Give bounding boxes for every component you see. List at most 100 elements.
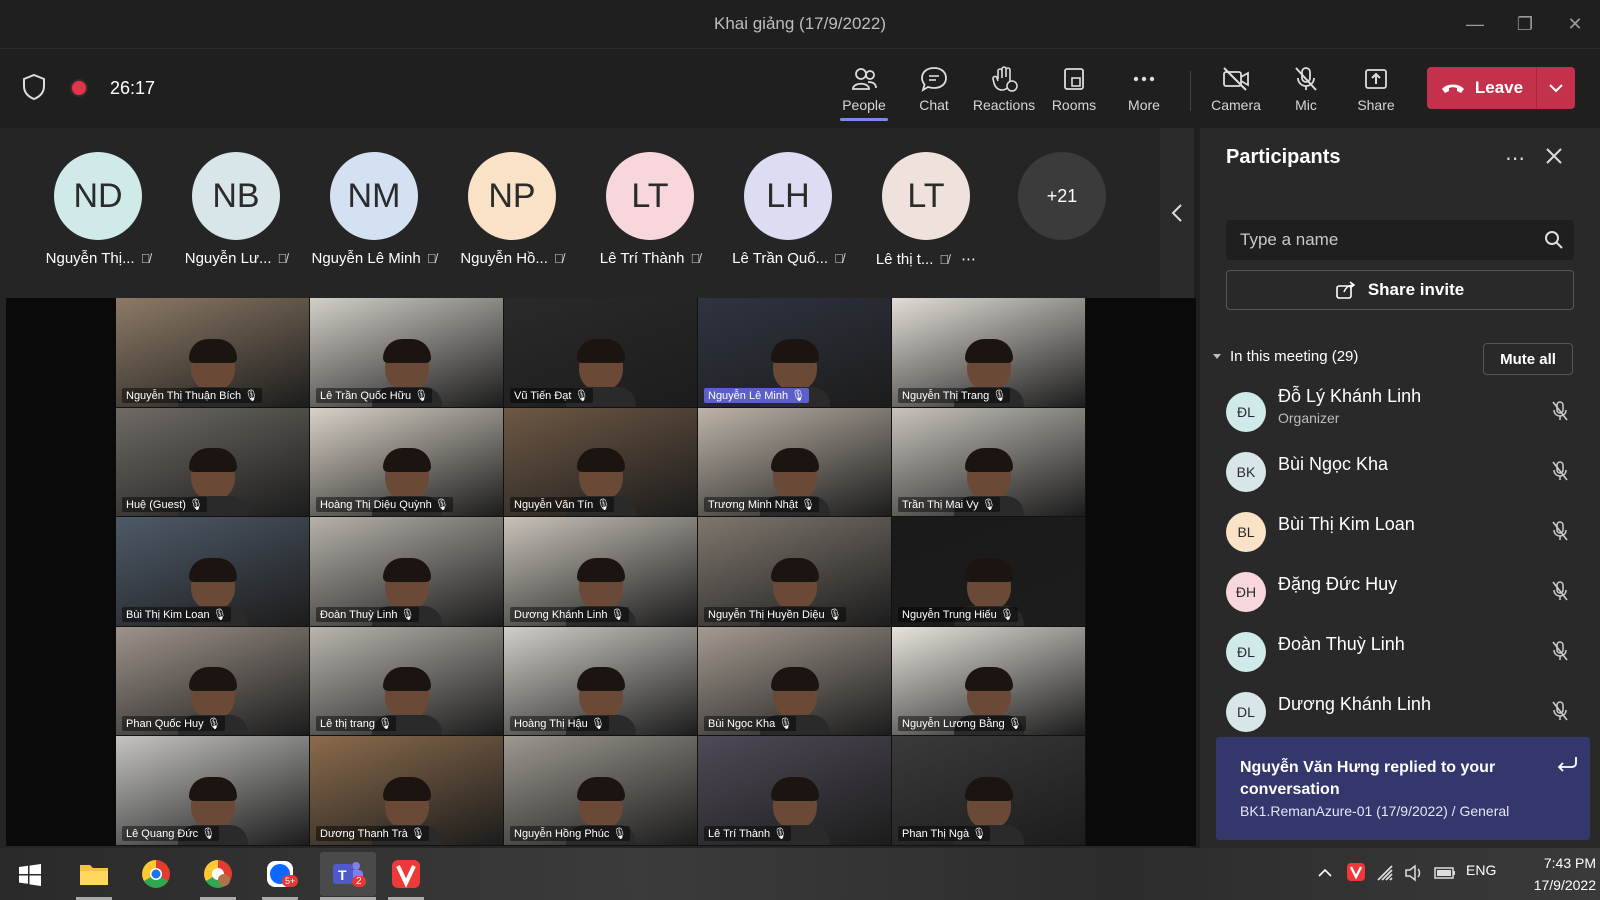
collapse-strip-button[interactable] — [1160, 128, 1194, 298]
video-tile[interactable]: Nguyễn Trung Hiếu 🎙 — [892, 517, 1086, 627]
mic-off-icon[interactable] — [1550, 580, 1570, 602]
video-tile[interactable]: Hoàng Thị Hậu 🎙 — [504, 626, 698, 737]
participant-name: Dương Khánh Linh — [1278, 694, 1431, 714]
panel-more-icon[interactable]: ⋯ — [1505, 146, 1525, 171]
share-button[interactable]: Share — [1344, 59, 1408, 121]
mic-off-icon[interactable] — [1550, 400, 1570, 422]
close-window-icon[interactable]: ✕ — [1560, 10, 1590, 38]
system-clock[interactable]: 7:43 PM 17/9/2022 — [1500, 852, 1596, 896]
gallery-avatar[interactable]: NB Nguyễn Lư... 🎙̸ — [171, 152, 301, 267]
camera-button[interactable]: Camera — [1204, 59, 1268, 121]
chrome-icon[interactable] — [138, 857, 174, 891]
vivaldi-icon[interactable] — [388, 857, 424, 891]
participant-row[interactable]: BL Bùi Thị Kim Loan — [1200, 500, 1600, 560]
avatar-more-icon[interactable]: ⋯ — [961, 250, 976, 268]
svg-text:T: T — [338, 867, 347, 883]
video-tile[interactable]: Lê Trần Quốc Hữu 🎙 — [310, 298, 504, 408]
mic-button[interactable]: Mic — [1274, 59, 1338, 121]
gallery-avatar[interactable]: LH Lê Trần Quố... 🎙̸ — [723, 152, 853, 267]
video-tile[interactable]: Hoàng Thị Diệu Quỳnh 🎙 — [310, 407, 504, 518]
more-participants-button[interactable]: +21 — [1018, 152, 1106, 240]
mic-off-icon[interactable] — [1550, 640, 1570, 662]
restore-icon[interactable]: ❐ — [1510, 10, 1540, 38]
participant-name: Bùi Thị Kim Loan — [1278, 514, 1415, 534]
chat-button[interactable]: Chat — [902, 59, 966, 121]
file-explorer-icon[interactable] — [76, 857, 112, 891]
participant-row[interactable]: ĐL Đỗ Lý Khánh Linh Organizer — [1200, 380, 1600, 440]
mic-muted-icon: 🎙̸ — [834, 251, 844, 266]
close-panel-icon[interactable] — [1544, 146, 1564, 166]
volume-icon[interactable] — [1404, 864, 1424, 882]
mic-icon: 🎙 — [773, 827, 788, 840]
avatar: ND — [54, 152, 142, 240]
reactions-button[interactable]: Reactions — [972, 59, 1036, 121]
video-name: Nguyễn Thị Trang — [902, 389, 990, 402]
video-tile[interactable]: Nguyễn Hồng Phúc 🎙 — [504, 736, 698, 846]
mic-off-icon[interactable] — [1550, 520, 1570, 542]
video-tile[interactable]: Dương Khánh Linh 🎙 — [504, 517, 698, 627]
chrome-profile-icon[interactable] — [200, 857, 236, 891]
in-meeting-section-toggle[interactable]: In this meeting (29) — [1212, 348, 1358, 365]
windows-start-icon[interactable] — [18, 863, 42, 887]
battery-icon[interactable] — [1434, 866, 1456, 880]
participant-row[interactable]: BK Bùi Ngọc Kha — [1200, 440, 1600, 500]
minimize-icon[interactable]: — — [1460, 10, 1490, 38]
video-tile[interactable]: Trương Minh Nhật 🎙 — [698, 407, 892, 518]
mic-icon: 🎙 — [778, 718, 793, 731]
video-tile[interactable]: Đoàn Thuỳ Linh 🎙 — [310, 517, 504, 627]
gallery-avatar[interactable]: NM Nguyễn Lê Minh 🎙̸ — [309, 152, 439, 267]
video-tile[interactable]: Trần Thị Mai Vy 🎙 — [892, 407, 1086, 518]
more-button[interactable]: More — [1112, 59, 1176, 121]
leave-button[interactable]: Leave — [1427, 67, 1575, 109]
video-tile[interactable]: Nguyễn Lương Bằng 🎙 — [892, 626, 1086, 737]
video-tile[interactable]: Huệ (Guest) 🎙 — [116, 407, 310, 518]
video-tile[interactable]: Bùi Ngọc Kha 🎙 — [698, 626, 892, 737]
avatar-strip: ND Nguyễn Thị... 🎙̸ NB Nguyễn Lư... 🎙̸ NM Nguyễ… — [0, 128, 1160, 298]
participant-row[interactable]: DL Dương Khánh Linh — [1200, 680, 1600, 740]
participant-name: Đặng Đức Huy — [1278, 574, 1398, 594]
leave-options-button[interactable] — [1536, 67, 1575, 109]
vivaldi-tray-icon[interactable] — [1346, 862, 1366, 882]
video-tile[interactable]: Bùi Thị Kim Loan 🎙 — [116, 517, 310, 627]
wifi-icon[interactable] — [1376, 864, 1396, 882]
mic-off-icon[interactable] — [1550, 700, 1570, 722]
participant-row[interactable]: ĐH Đặng Đức Huy — [1200, 560, 1600, 620]
share-invite-button[interactable]: Share invite — [1226, 270, 1574, 310]
avatar-name: Nguyễn Hồ... — [460, 250, 548, 267]
video-tile[interactable]: Dương Thanh Trà 🎙 — [310, 736, 504, 846]
tray-chevron-up-icon[interactable] — [1318, 868, 1332, 878]
reply-icon[interactable] — [1556, 755, 1578, 773]
leave-main[interactable]: Leave — [1427, 67, 1537, 109]
video-tile[interactable]: Nguyễn Thị Huyền Diệu 🎙 — [698, 517, 892, 627]
teams-taskbar-button[interactable]: T 2 — [320, 852, 376, 896]
video-tile[interactable]: Phan Quốc Huy 🎙 — [116, 626, 310, 737]
video-name: Bùi Ngọc Kha — [708, 718, 776, 731]
rooms-button[interactable]: Rooms — [1042, 59, 1106, 121]
zalo-icon[interactable]: 5+ — [262, 857, 299, 891]
participant-initials: DL — [1237, 704, 1255, 720]
gallery-avatar[interactable]: ND Nguyễn Thị... 🎙̸ — [33, 152, 163, 267]
video-tile[interactable]: Vũ Tiến Đạt 🎙 — [504, 298, 698, 408]
search-participants-input[interactable] — [1226, 220, 1574, 260]
reply-notification[interactable]: Nguyễn Văn Hưng replied to your conversa… — [1216, 737, 1590, 840]
gallery-avatar[interactable]: LT Lê thị t... 🎙̸ ⋯ — [861, 152, 991, 268]
video-tile[interactable]: Lê thị trang 🎙 — [310, 626, 504, 737]
language-indicator[interactable]: ENG — [1466, 862, 1496, 878]
video-tile[interactable]: Phan Thị Ngà 🎙 — [892, 736, 1086, 846]
people-button[interactable]: People — [832, 59, 896, 121]
gallery-avatar[interactable]: LT Lê Trí Thành 🎙̸ — [585, 152, 715, 267]
video-tile[interactable]: Lê Trí Thành 🎙 — [698, 736, 892, 846]
mic-icon: 🎙 — [574, 389, 589, 402]
gallery-avatar[interactable]: NP Nguyễn Hồ... 🎙̸ — [447, 152, 577, 267]
video-tile[interactable]: Nguyễn Thị Thuận Bích 🎙 — [116, 298, 310, 408]
video-tile[interactable]: Lê Quang Đức 🎙 — [116, 736, 310, 846]
search-icon[interactable] — [1544, 230, 1564, 250]
caret-down-icon — [1213, 353, 1221, 359]
participant-row[interactable]: ĐL Đoàn Thuỳ Linh — [1200, 620, 1600, 680]
notification-subtitle: BK1.RemanAzure-01 (17/9/2022) / General — [1240, 803, 1510, 819]
video-tile[interactable]: Nguyễn Lê Minh 🎙 — [698, 298, 892, 408]
mic-off-icon[interactable] — [1550, 460, 1570, 482]
video-tile[interactable]: Nguyễn Văn Tín 🎙 — [504, 407, 698, 518]
mute-all-button[interactable]: Mute all — [1483, 343, 1573, 375]
video-tile[interactable]: Nguyễn Thị Trang 🎙 — [892, 298, 1086, 408]
